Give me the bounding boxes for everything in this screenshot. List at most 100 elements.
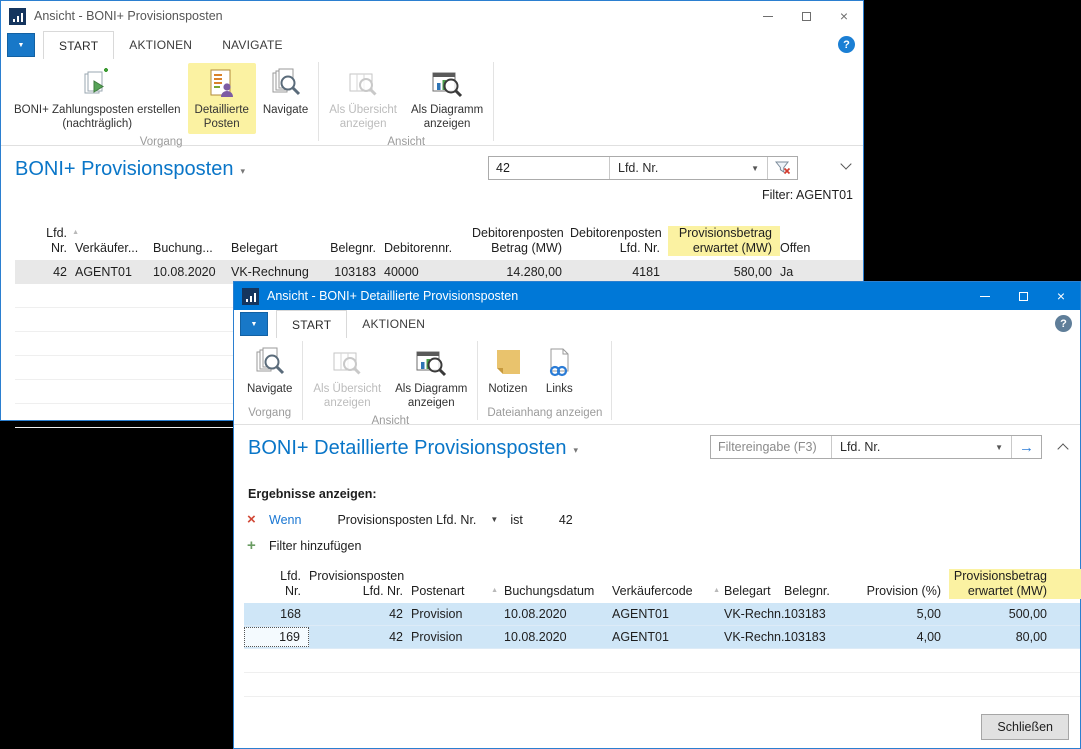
show-as-list-button[interactable]: Als Übersicht anzeigen: [306, 342, 388, 413]
schliessen-button[interactable]: Schließen: [981, 714, 1069, 740]
ribbon-separator: [318, 62, 319, 141]
minimize-button[interactable]: [749, 1, 787, 31]
column-header[interactable]: Provisionsposten Lfd. Nr.: [309, 569, 411, 599]
cell-buchungsdatum[interactable]: 10.08.2020: [504, 630, 612, 644]
column-header[interactable]: Buchung...: [153, 241, 231, 256]
column-header[interactable]: Postenart▲: [411, 584, 504, 599]
table-row-selected[interactable]: 169 42 Provision 10.08.2020 AGENT01 VK-R…: [244, 626, 1080, 649]
cell-provisionsbetrag[interactable]: 500,00: [949, 607, 1081, 621]
cell-belegart[interactable]: VK-Rechn...: [724, 630, 784, 644]
cell-debitorenposten-betrag[interactable]: 14.280,00: [472, 265, 570, 279]
tab-navigate[interactable]: NAVIGATE: [207, 31, 298, 59]
column-header[interactable]: Belegart: [231, 241, 326, 256]
filter-field-select[interactable]: Lfd. Nr.: [832, 440, 987, 454]
tab-aktionen[interactable]: AKTIONEN: [114, 31, 207, 59]
show-as-chart-button[interactable]: Als Diagramm anzeigen: [404, 63, 490, 134]
create-payment-entries-button[interactable]: BONI+ Zahlungsposten erstellen (nachträg…: [7, 63, 188, 134]
filter-field-dropdown[interactable]: Provisionsposten Lfd. Nr.: [337, 513, 476, 527]
cell-provisionsposten-lfdnr[interactable]: 42: [309, 630, 411, 644]
filter-value-input[interactable]: [489, 161, 609, 175]
notes-button[interactable]: Notizen: [481, 342, 534, 398]
titlebar[interactable]: Ansicht - BONI+ Provisionsposten ×: [1, 1, 863, 31]
when-link[interactable]: Wenn: [269, 513, 301, 527]
cell-debitorennr[interactable]: 40000: [384, 265, 472, 279]
cell-verkaeufercode[interactable]: AGENT01: [612, 630, 724, 644]
column-header[interactable]: Lfd. Nr.: [244, 569, 309, 599]
collapse-filter-chevron-icon[interactable]: [1057, 443, 1068, 454]
filter-field-select[interactable]: Lfd. Nr.: [610, 161, 743, 175]
maximize-button[interactable]: [787, 1, 825, 31]
cell-belegnr[interactable]: 103183: [784, 630, 854, 644]
table-row-selected[interactable]: 168 42 Provision 10.08.2020 AGENT01 VK-R…: [244, 603, 1080, 626]
column-header[interactable]: Lfd. Nr.▲: [15, 226, 75, 256]
help-icon[interactable]: ?: [1055, 315, 1072, 332]
cell-lfd-nr[interactable]: 42: [15, 265, 75, 279]
column-header[interactable]: Belegnr.: [326, 241, 384, 256]
page-title-caret-icon[interactable]: ▾: [240, 166, 245, 177]
cell-lfd-nr-focused[interactable]: 169: [244, 627, 309, 647]
close-button[interactable]: ×: [825, 1, 863, 31]
titlebar[interactable]: Ansicht - BONI+ Detaillierte Provisionsp…: [234, 282, 1080, 310]
apply-filter-button[interactable]: →: [1011, 436, 1041, 458]
cell-provisionsbetrag[interactable]: 580,00: [668, 265, 780, 279]
column-header[interactable]: Verkäufer...: [75, 241, 153, 256]
detailed-entries-button[interactable]: Detaillierte Posten: [188, 63, 256, 134]
column-header[interactable]: Provision (%): [854, 584, 949, 599]
cell-buchungsdatum[interactable]: 10.08.2020: [153, 265, 231, 279]
ribbon-separator: [477, 341, 478, 420]
help-icon[interactable]: ?: [838, 36, 855, 53]
cell-belegnr[interactable]: 103183: [326, 265, 384, 279]
remove-filter-icon[interactable]: ×: [247, 512, 263, 527]
show-as-list-button[interactable]: Als Übersicht anzeigen: [322, 63, 404, 134]
cell-debitorenposten-lfdnr[interactable]: 4181: [570, 265, 668, 279]
cell-provisionsposten-lfdnr[interactable]: 42: [309, 607, 411, 621]
column-header[interactable]: Belegnr.: [784, 584, 854, 599]
clear-filter-button[interactable]: [767, 157, 797, 179]
chevron-down-icon[interactable]: ▼: [743, 164, 767, 173]
cell-belegart[interactable]: VK-Rechnung: [231, 265, 326, 279]
window-controls: ×: [749, 1, 863, 31]
app-menu-button[interactable]: ▼: [7, 33, 35, 57]
column-header[interactable]: Belegart: [724, 584, 784, 599]
page-title-caret-icon[interactable]: ▾: [573, 445, 578, 456]
column-header[interactable]: Debitorennr.: [384, 241, 472, 256]
show-as-chart-button[interactable]: Als Diagramm anzeigen: [388, 342, 474, 413]
column-header[interactable]: Verkäufercode▲: [612, 584, 724, 599]
tab-aktionen[interactable]: AKTIONEN: [347, 310, 440, 338]
column-header[interactable]: Buchungsdatum: [504, 584, 612, 599]
filter-value[interactable]: 42: [559, 513, 573, 527]
expand-filter-chevron-icon[interactable]: [840, 158, 851, 169]
cell-postenart[interactable]: Provision: [411, 607, 504, 621]
column-header-highlighted[interactable]: Provisionsbetrag erwartet (MW): [949, 569, 1081, 599]
cell-lfd-nr[interactable]: 168: [244, 607, 309, 621]
column-header-highlighted[interactable]: Provisionsbetrag erwartet (MW): [668, 226, 780, 256]
cell-offen[interactable]: Ja: [780, 265, 825, 279]
minimize-button[interactable]: [966, 282, 1004, 310]
sort-asc-icon: ▲: [713, 587, 720, 595]
cell-verkaeufer[interactable]: AGENT01: [75, 265, 153, 279]
column-header[interactable]: Offen: [780, 241, 825, 256]
maximize-button[interactable]: [1004, 282, 1042, 310]
navigate-button[interactable]: Navigate: [240, 342, 299, 398]
column-header[interactable]: Debitorenposten Lfd. Nr.: [570, 226, 668, 256]
cell-provisionsbetrag[interactable]: 80,00: [949, 630, 1081, 644]
column-header[interactable]: Debitorenposten Betrag (MW): [472, 226, 570, 256]
tab-start[interactable]: START: [43, 31, 114, 59]
cell-belegnr[interactable]: 103183: [784, 607, 854, 621]
close-button[interactable]: ×: [1042, 282, 1080, 310]
ribbon-group-label: Vorgang: [240, 405, 299, 424]
navigate-button[interactable]: Navigate: [256, 63, 315, 119]
add-filter-link[interactable]: Filter hinzufügen: [269, 539, 361, 553]
chevron-down-icon[interactable]: ▼: [490, 515, 498, 524]
tab-start[interactable]: START: [276, 310, 347, 338]
chevron-down-icon[interactable]: ▼: [987, 443, 1011, 452]
cell-belegart[interactable]: VK-Rechn...: [724, 607, 784, 621]
cell-buchungsdatum[interactable]: 10.08.2020: [504, 607, 612, 621]
cell-postenart[interactable]: Provision: [411, 630, 504, 644]
links-button[interactable]: Links: [534, 342, 584, 398]
app-menu-button[interactable]: ▼: [240, 312, 268, 336]
cell-provision-prozent[interactable]: 5,00: [854, 607, 949, 621]
cell-verkaeufercode[interactable]: AGENT01: [612, 607, 724, 621]
cell-provision-prozent[interactable]: 4,00: [854, 630, 949, 644]
filter-input[interactable]: [711, 440, 831, 454]
